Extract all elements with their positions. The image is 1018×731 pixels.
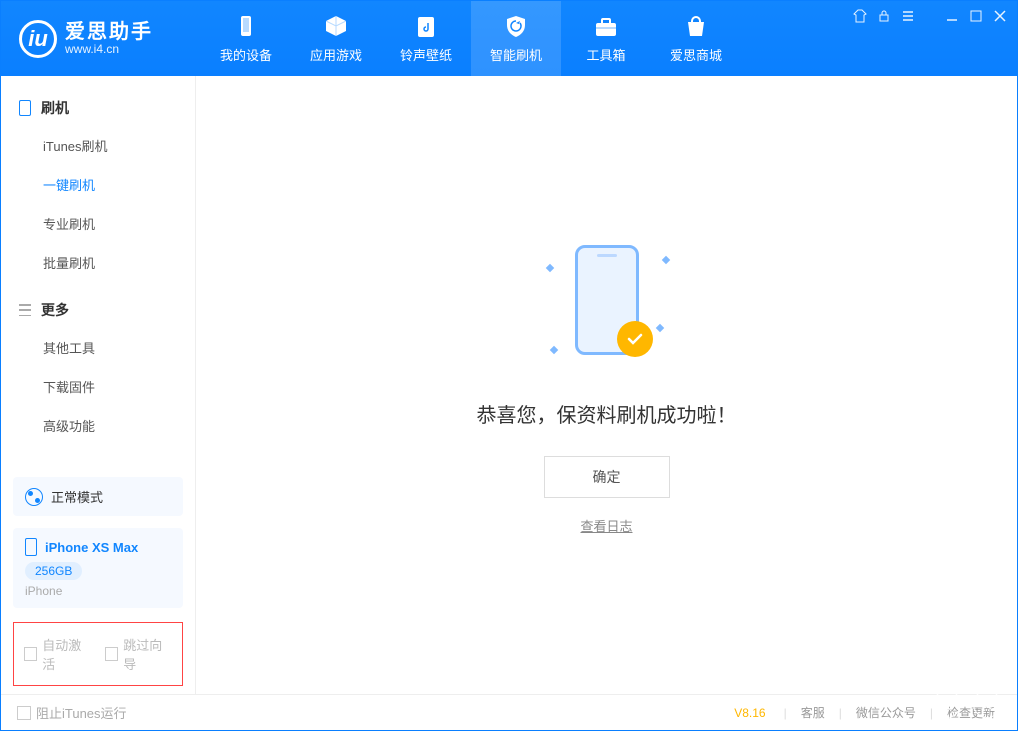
logo[interactable]: iu 爱思助手 www.i4.cn — [1, 20, 201, 58]
options-row: 自动激活 跳过向导 — [13, 622, 183, 686]
nav-toolbox[interactable]: 工具箱 — [561, 1, 651, 76]
main-content: 恭喜您，保资料刷机成功啦！ 确定 查看日志 — [196, 76, 1017, 694]
sidebar-item-advanced[interactable]: 高级功能 — [1, 406, 195, 445]
phone-outline-icon — [19, 100, 31, 116]
footer: 阻止iTunes运行 V8.16 | 客服 | 微信公众号 | 检查更新 — [1, 694, 1017, 730]
mode-icon — [25, 488, 43, 506]
ok-button[interactable]: 确定 — [544, 456, 670, 498]
toolbox-icon — [592, 13, 620, 41]
sidebar-item-onekey-flash[interactable]: 一键刷机 — [1, 165, 195, 204]
app-name: 爱思助手 — [65, 21, 153, 43]
view-log-link[interactable]: 查看日志 — [580, 516, 632, 535]
device-icon — [232, 13, 260, 41]
sidebar-item-download-firmware[interactable]: 下载固件 — [1, 367, 195, 406]
sidebar-section-more: 更多 — [1, 292, 195, 328]
minimize-icon[interactable] — [945, 9, 959, 23]
maximize-icon[interactable] — [969, 9, 983, 23]
bag-icon — [682, 13, 710, 41]
refresh-shield-icon — [502, 13, 530, 41]
checkbox-auto-activate[interactable]: 自动激活 — [24, 635, 91, 673]
mode-card[interactable]: 正常模式 — [13, 477, 183, 516]
sidebar-item-pro-flash[interactable]: 专业刷机 — [1, 204, 195, 243]
nav-my-device[interactable]: 我的设备 — [201, 1, 291, 76]
checkbox-block-itunes[interactable]: 阻止iTunes运行 — [17, 703, 127, 722]
sidebar-item-batch-flash[interactable]: 批量刷机 — [1, 243, 195, 282]
window-controls — [853, 9, 1007, 23]
nav-smart-flash[interactable]: 智能刷机 — [471, 1, 561, 76]
sidebar-item-itunes-flash[interactable]: iTunes刷机 — [1, 126, 195, 165]
body: 刷机 iTunes刷机 一键刷机 专业刷机 批量刷机 更多 其他工具 下载固件 … — [1, 76, 1017, 694]
footer-link-support[interactable]: 客服 — [795, 704, 831, 721]
list-icon — [19, 304, 31, 316]
user-icon[interactable] — [973, 690, 1001, 718]
menu-icon[interactable] — [901, 9, 915, 23]
device-type: iPhone — [25, 584, 171, 598]
success-message: 恭喜您，保资料刷机成功啦！ — [477, 399, 737, 428]
top-nav: 我的设备 应用游戏 铃声壁纸 智能刷机 工具箱 爱思商城 — [201, 1, 741, 76]
footer-link-wechat[interactable]: 微信公众号 — [850, 704, 922, 721]
mode-label: 正常模式 — [51, 487, 103, 506]
device-name: iPhone XS Max — [45, 540, 138, 555]
download-icon[interactable] — [933, 690, 961, 718]
titlebar-right-icons — [933, 690, 1001, 718]
device-card[interactable]: iPhone XS Max 256GB iPhone — [13, 528, 183, 608]
nav-apps-games[interactable]: 应用游戏 — [291, 1, 381, 76]
cube-icon — [322, 13, 350, 41]
music-icon — [412, 13, 440, 41]
sidebar-item-other-tools[interactable]: 其他工具 — [1, 328, 195, 367]
sidebar: 刷机 iTunes刷机 一键刷机 专业刷机 批量刷机 更多 其他工具 下载固件 … — [1, 76, 196, 694]
tshirt-icon[interactable] — [853, 9, 867, 23]
close-icon[interactable] — [993, 9, 1007, 23]
logo-icon: iu — [19, 20, 57, 58]
device-outline-icon — [25, 538, 37, 556]
app-window: iu 爱思助手 www.i4.cn 我的设备 应用游戏 铃声壁纸 智能刷机 — [0, 0, 1018, 731]
nav-store[interactable]: 爱思商城 — [651, 1, 741, 76]
sidebar-section-flash: 刷机 — [1, 90, 195, 126]
app-url: www.i4.cn — [65, 43, 153, 56]
success-illustration — [537, 235, 677, 375]
checkmark-badge-icon — [617, 321, 653, 357]
version-label: V8.16 — [734, 706, 765, 720]
device-capacity: 256GB — [25, 562, 82, 580]
nav-ringtone-wallpaper[interactable]: 铃声壁纸 — [381, 1, 471, 76]
lock-icon[interactable] — [877, 9, 891, 23]
checkbox-skip-guide[interactable]: 跳过向导 — [105, 635, 172, 673]
titlebar: iu 爱思助手 www.i4.cn 我的设备 应用游戏 铃声壁纸 智能刷机 — [1, 1, 1017, 76]
